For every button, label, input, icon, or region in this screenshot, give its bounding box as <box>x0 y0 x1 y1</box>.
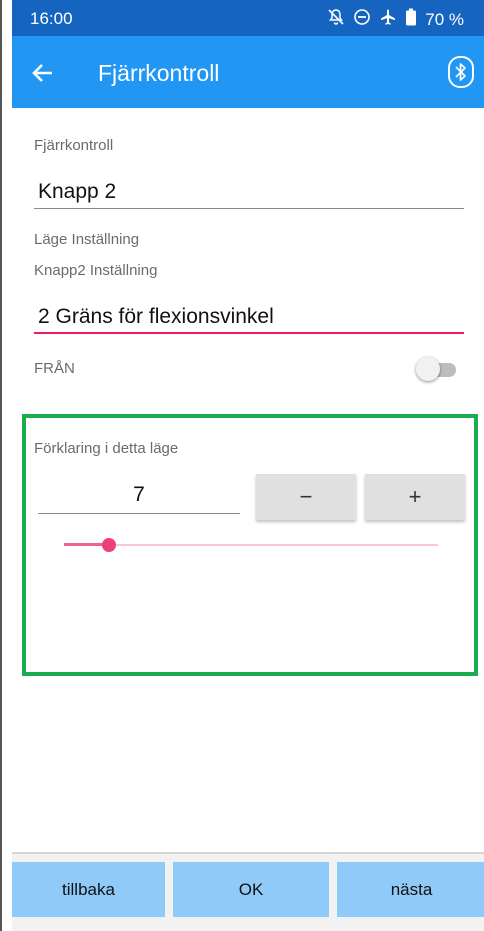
button-setting-label: Knapp2 Inställning <box>34 262 158 279</box>
increment-button[interactable]: + <box>365 474 465 520</box>
button-setting-field[interactable]: 2 Gräns för flexionsvinkel <box>38 305 274 329</box>
do-not-disturb-icon <box>353 8 371 31</box>
remote-label: Fjärrkontroll <box>34 137 114 154</box>
plus-icon: + <box>408 484 422 509</box>
app-bar: Fjärrkontroll <box>12 36 484 108</box>
remote-field-underline <box>34 208 464 209</box>
status-time: 16:00 <box>30 9 73 28</box>
notifications-off-icon <box>327 8 345 31</box>
page-title: Fjärrkontroll <box>98 60 220 86</box>
decrement-button[interactable]: − <box>256 474 356 520</box>
off-toggle-switch[interactable] <box>416 356 456 382</box>
value-slider[interactable] <box>64 532 438 558</box>
status-icons: 70 % <box>327 8 464 31</box>
toggle-knob <box>416 357 440 381</box>
slider-thumb[interactable] <box>102 538 116 552</box>
remote-value-field[interactable]: Knapp 2 <box>38 180 116 204</box>
explanation-label: Förklaring i detta läge <box>34 440 179 457</box>
button-setting-underline <box>34 332 464 334</box>
battery-percentage: 70 % <box>425 9 464 29</box>
slider-rail <box>64 544 438 546</box>
ok-button[interactable]: OK <box>173 862 329 917</box>
screen: 16:00 70 % Fjärrkontroll Fjärrkontroll K… <box>0 0 484 931</box>
back-arrow-icon[interactable] <box>30 60 56 86</box>
status-bar: 16:00 70 % <box>12 0 484 36</box>
back-button-label: tillbaka <box>62 879 115 899</box>
next-button-label: nästa <box>390 879 433 899</box>
value-input-underline <box>38 513 240 514</box>
value-input[interactable]: 7 <box>38 483 240 507</box>
back-button[interactable]: tillbaka <box>12 862 165 917</box>
airplane-icon <box>379 8 397 31</box>
bluetooth-icon[interactable] <box>448 56 474 88</box>
ok-button-label: OK <box>238 879 264 899</box>
battery-icon <box>405 8 417 31</box>
next-button[interactable]: nästa <box>337 862 484 917</box>
minus-icon: − <box>299 484 313 509</box>
toggle-label: FRÅN <box>34 360 75 377</box>
mode-setting-label: Läge Inställning <box>34 231 140 248</box>
